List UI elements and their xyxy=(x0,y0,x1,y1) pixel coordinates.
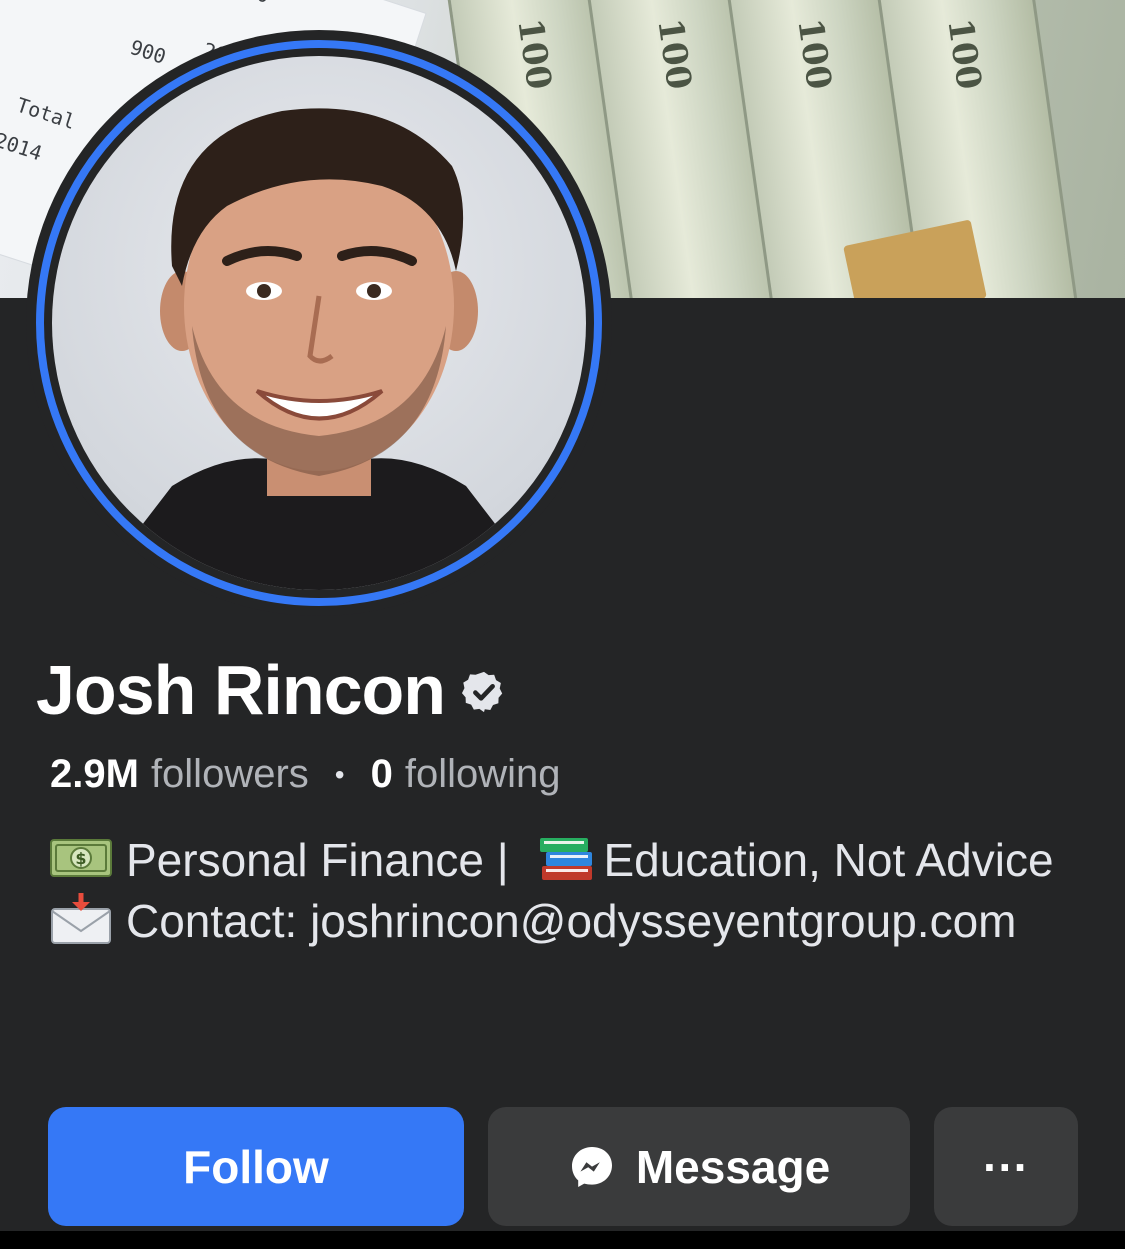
profile-name: Josh Rincon xyxy=(36,651,446,729)
profile-bio: $ Personal Finance | Education, Not Advi… xyxy=(50,830,1060,952)
following-link[interactable]: 0 following xyxy=(371,752,561,797)
money-bill-icon: $ xyxy=(50,839,112,877)
person-portrait-icon xyxy=(92,108,546,590)
bio-text-contact: Contact: joshrincon@odysseyentgroup.com xyxy=(126,895,1017,947)
verified-badge-icon[interactable] xyxy=(461,669,507,715)
following-label: following xyxy=(404,752,561,796)
more-dots-icon: ··· xyxy=(983,1140,1029,1193)
envelope-icon xyxy=(51,893,111,944)
followers-count: 2.9M xyxy=(50,752,139,796)
books-icon xyxy=(539,838,592,880)
bio-text-finance: Personal Finance | xyxy=(126,834,509,886)
follow-stats: 2.9M followers • 0 following xyxy=(50,752,561,797)
following-count: 0 xyxy=(370,752,393,796)
avatar[interactable] xyxy=(52,56,586,590)
followers-link[interactable]: 2.9M followers xyxy=(50,752,309,797)
bottom-edge xyxy=(0,1231,1125,1249)
message-button-label: Message xyxy=(635,1140,831,1193)
message-button[interactable]: Message xyxy=(488,1107,910,1226)
bio-text-education: Education, Not Advice xyxy=(603,834,1054,886)
profile-name-row: Josh Rincon xyxy=(36,650,507,730)
followers-label: followers xyxy=(150,752,309,796)
follow-button[interactable]: Follow xyxy=(48,1107,464,1226)
stats-separator: • xyxy=(334,758,345,790)
messenger-icon xyxy=(571,1146,612,1187)
more-options-button[interactable]: ··· xyxy=(934,1107,1078,1226)
follow-button-label: Follow xyxy=(183,1140,329,1193)
svg-text:$: $ xyxy=(75,849,86,868)
